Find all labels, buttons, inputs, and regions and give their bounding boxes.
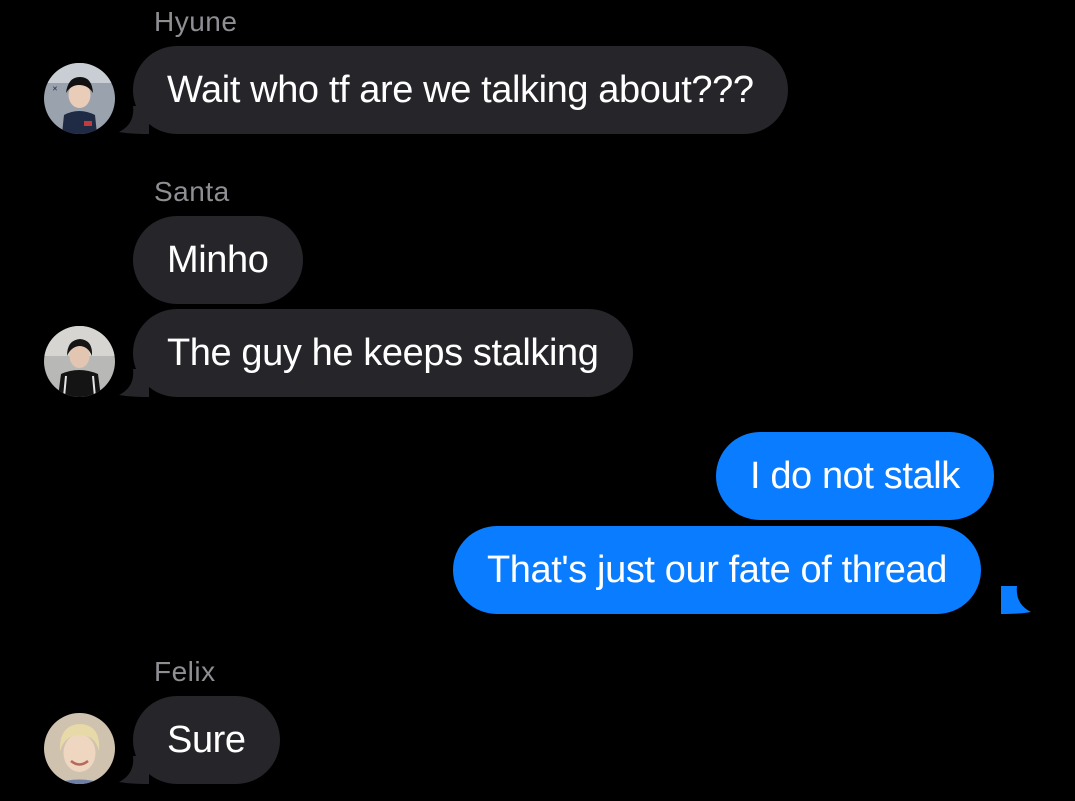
bubble-tail-outgoing: [1001, 586, 1031, 614]
message-bubble-outgoing-2[interactable]: That's just our fate of thread: [453, 526, 981, 614]
message-bubble-santa-2[interactable]: The guy he keeps stalking: [133, 309, 633, 397]
message-text: That's just our fate of thread: [487, 548, 947, 591]
message-bubble-outgoing-1[interactable]: I do not stalk: [716, 432, 994, 520]
message-text: The guy he keeps stalking: [167, 331, 599, 374]
profile-photo-icon: ✕: [44, 63, 115, 134]
avatar-felix[interactable]: [44, 713, 115, 784]
sender-name-santa: Santa: [154, 176, 230, 207]
profile-photo-icon: [44, 713, 115, 784]
message-text: Sure: [167, 718, 246, 761]
sender-name-hyune: Hyune: [154, 6, 238, 37]
svg-text:✕: ✕: [52, 85, 58, 93]
message-text: Minho: [167, 238, 269, 281]
message-bubble-felix[interactable]: Sure: [133, 696, 280, 784]
bubble-tail-incoming: [119, 369, 149, 397]
avatar-hyune[interactable]: ✕: [44, 63, 115, 134]
message-bubble-santa-1[interactable]: Minho: [133, 216, 303, 304]
profile-photo-icon: [44, 326, 115, 397]
message-bubble-hyune[interactable]: Wait who tf are we talking about???: [133, 46, 788, 134]
message-text: Wait who tf are we talking about???: [167, 68, 754, 111]
message-text: I do not stalk: [750, 454, 960, 497]
avatar-santa[interactable]: [44, 326, 115, 397]
bubble-tail-incoming: [119, 106, 149, 134]
sender-name-felix: Felix: [154, 656, 216, 687]
bubble-tail-incoming: [119, 756, 149, 784]
